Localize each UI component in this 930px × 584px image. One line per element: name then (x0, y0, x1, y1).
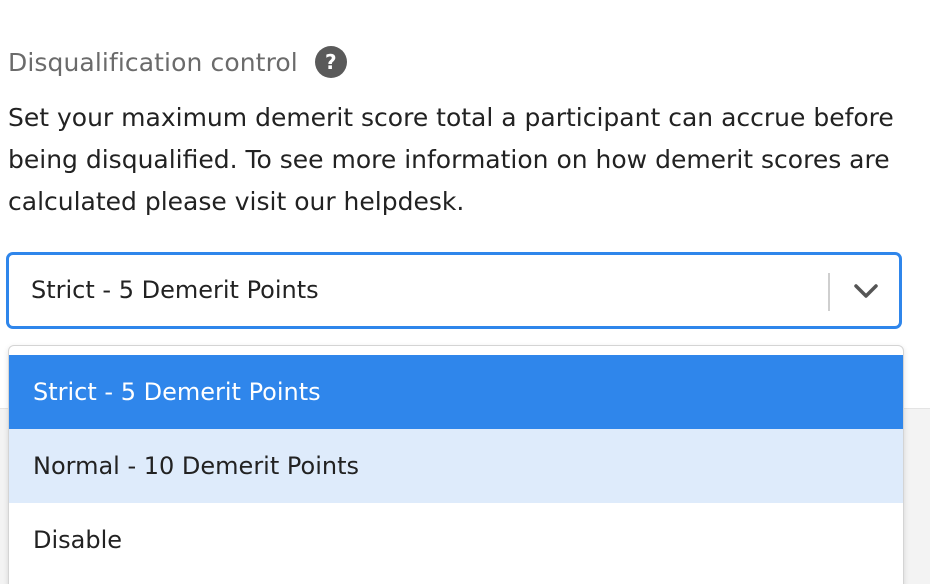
option-strict[interactable]: Strict - 5 Demerit Points (9, 355, 903, 429)
select-dropdown-menu: Strict - 5 Demerit Points Normal - 10 De… (8, 345, 904, 584)
question-mark-icon[interactable]: ? (314, 46, 347, 78)
section-label: Disqualification control (8, 47, 298, 77)
chevron-down-icon[interactable] (849, 276, 883, 306)
option-normal[interactable]: Normal - 10 Demerit Points (9, 429, 903, 503)
settings-page: Disqualification control ? Set your maxi… (0, 0, 930, 584)
option-disable[interactable]: Disable (9, 503, 903, 577)
section-description: Set your maximum demerit score total a p… (8, 103, 894, 216)
section-header: Disqualification control ? (8, 44, 347, 80)
demerit-select[interactable]: Strict - 5 Demerit Points (7, 253, 901, 328)
select-value: Strict - 5 Demerit Points (31, 276, 319, 304)
select-divider (828, 273, 830, 311)
